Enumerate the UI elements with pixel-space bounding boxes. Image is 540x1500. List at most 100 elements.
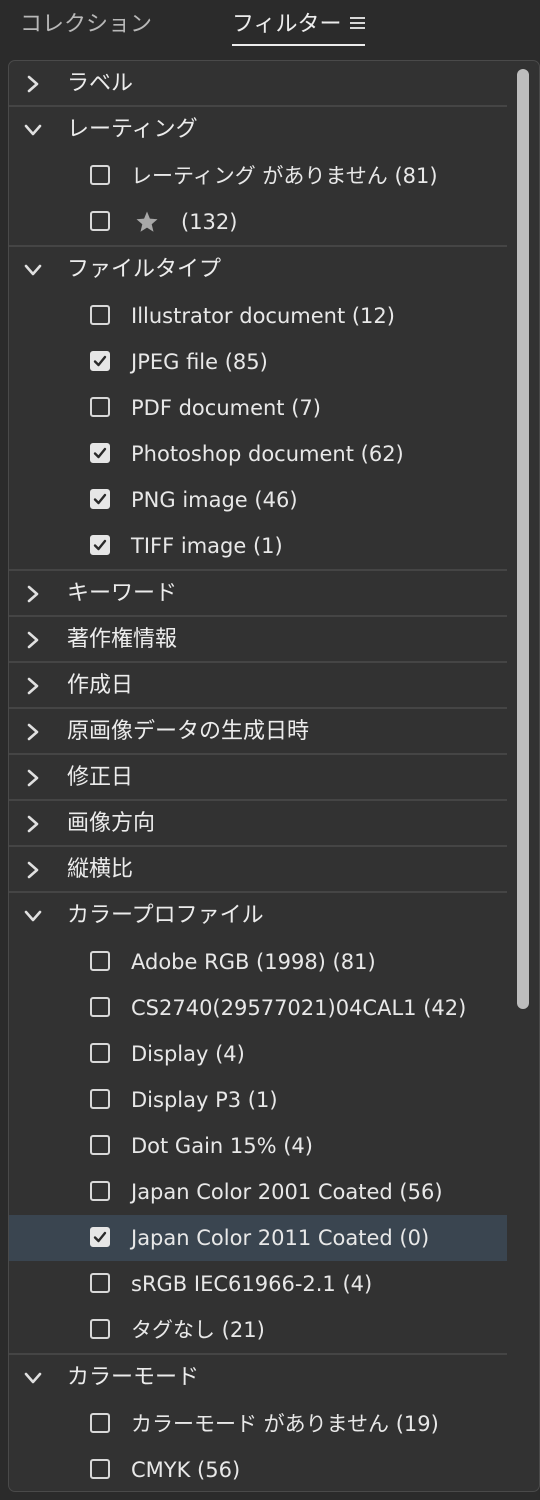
tab-collection[interactable]: コレクション xyxy=(20,10,152,40)
section-label: 原画像データの生成日時 xyxy=(67,719,310,744)
option-label: CS2740(29577021)04CAL1 (42) xyxy=(131,996,467,1020)
checkbox[interactable] xyxy=(90,165,110,185)
tab-filter[interactable]: フィルター xyxy=(232,10,365,46)
chevron-right-icon[interactable] xyxy=(23,768,43,788)
chevron-right-icon[interactable] xyxy=(23,676,43,696)
filter-option[interactable]: CS2740(29577021)04CAL1 (42) xyxy=(9,985,507,1031)
option-label: PNG image (46) xyxy=(131,488,298,512)
filter-section-9: 縦横比 xyxy=(9,847,507,893)
checkbox-checked[interactable] xyxy=(90,351,110,371)
filter-option[interactable]: TIFF image (1) xyxy=(9,523,507,569)
section-header[interactable]: 縦横比 xyxy=(9,847,507,893)
scrollbar-thumb[interactable] xyxy=(517,69,529,1009)
filter-option[interactable]: Japan Color 2001 Coated (56) xyxy=(9,1169,507,1215)
chevron-down-icon[interactable] xyxy=(23,260,43,280)
section-label: 修正日 xyxy=(67,765,134,790)
option-label: Display P3 (1) xyxy=(131,1088,278,1112)
section-header[interactable]: カラープロファイル xyxy=(9,893,507,939)
checkbox[interactable] xyxy=(90,1135,110,1155)
checkbox[interactable] xyxy=(90,997,110,1017)
checkbox[interactable] xyxy=(90,211,110,231)
filter-option[interactable]: (132) xyxy=(9,199,507,245)
filter-section-3: キーワード xyxy=(9,571,507,617)
section-header[interactable]: 画像方向 xyxy=(9,801,507,847)
section-label: 著作権情報 xyxy=(67,627,178,652)
hamburger-menu-icon[interactable] xyxy=(349,17,365,29)
section-label: 縦横比 xyxy=(67,857,134,882)
section-label: レーティング xyxy=(67,117,198,142)
filter-option[interactable]: カラーモード がありません (19) xyxy=(9,1401,507,1447)
filter-option[interactable]: Japan Color 2011 Coated (0) xyxy=(9,1215,507,1261)
option-label: Japan Color 2011 Coated (0) xyxy=(131,1226,430,1250)
star-icon xyxy=(135,210,159,234)
option-label: Photoshop document (62) xyxy=(131,442,404,466)
option-label: Display (4) xyxy=(131,1042,245,1066)
section-header[interactable]: ファイルタイプ xyxy=(9,247,507,293)
checkbox[interactable] xyxy=(90,1413,110,1433)
filter-section-10: カラープロファイル Adobe RGB (1998) (81) CS2740(295… xyxy=(9,893,507,1355)
filter-option[interactable]: Display P3 (1) xyxy=(9,1077,507,1123)
section-label: キーワード xyxy=(67,581,178,606)
filter-option[interactable]: PNG image (46) xyxy=(9,477,507,523)
section-label: ファイルタイプ xyxy=(67,257,222,282)
section-header[interactable]: カラーモード xyxy=(9,1355,507,1401)
section-header[interactable]: 原画像データの生成日時 xyxy=(9,709,507,755)
section-header[interactable]: 作成日 xyxy=(9,663,507,709)
section-header[interactable]: レーティング xyxy=(9,107,507,153)
option-label: sRGB IEC61966-2.1 (4) xyxy=(131,1272,373,1296)
checkbox[interactable] xyxy=(90,1089,110,1109)
checkbox-checked[interactable] xyxy=(90,443,110,463)
filter-section-4: 著作権情報 xyxy=(9,617,507,663)
filter-option[interactable]: Photoshop document (62) xyxy=(9,431,507,477)
filter-panel: ラベルレーティングレーティング がありません (81) (132) ファイルタイプ I… xyxy=(8,60,540,1492)
filter-option[interactable]: JPEG file (85) xyxy=(9,339,507,385)
filter-section-1: レーティングレーティング がありません (81) (132) xyxy=(9,107,507,247)
filter-option[interactable]: Illustrator document (12) xyxy=(9,293,507,339)
filter-option[interactable]: CMYK (56) xyxy=(9,1447,507,1491)
checkbox-checked[interactable] xyxy=(90,535,110,555)
option-label: PDF document (7) xyxy=(131,396,321,420)
section-header[interactable]: ラベル xyxy=(9,61,507,107)
filter-option[interactable]: Dot Gain 15% (4) xyxy=(9,1123,507,1169)
filter-option[interactable]: タグなし (21) xyxy=(9,1307,507,1353)
checkbox-checked[interactable] xyxy=(90,489,110,509)
checkbox[interactable] xyxy=(90,1181,110,1201)
checkbox[interactable] xyxy=(90,1459,110,1479)
section-header[interactable]: 修正日 xyxy=(9,755,507,801)
option-label: JPEG file (85) xyxy=(131,350,268,374)
chevron-right-icon[interactable] xyxy=(23,74,43,94)
option-label: Dot Gain 15% (4) xyxy=(131,1134,313,1158)
checkbox[interactable] xyxy=(90,1319,110,1339)
chevron-down-icon[interactable] xyxy=(23,120,43,140)
chevron-right-icon[interactable] xyxy=(23,584,43,604)
checkbox[interactable] xyxy=(90,1043,110,1063)
filter-option[interactable]: PDF document (7) xyxy=(9,385,507,431)
filter-section-8: 画像方向 xyxy=(9,801,507,847)
section-header[interactable]: キーワード xyxy=(9,571,507,617)
checkbox[interactable] xyxy=(90,951,110,971)
chevron-right-icon[interactable] xyxy=(23,860,43,880)
chevron-right-icon[interactable] xyxy=(23,722,43,742)
option-label: レーティング がありません (81) xyxy=(131,164,438,188)
checkbox[interactable] xyxy=(90,397,110,417)
checkbox[interactable] xyxy=(90,305,110,325)
filter-option[interactable]: sRGB IEC61966-2.1 (4) xyxy=(9,1261,507,1307)
filter-option[interactable]: Adobe RGB (1998) (81) xyxy=(9,939,507,985)
filter-section-0: ラベル xyxy=(9,61,507,107)
scrollbar[interactable] xyxy=(515,69,531,1479)
section-header[interactable]: 著作権情報 xyxy=(9,617,507,663)
chevron-right-icon[interactable] xyxy=(23,630,43,650)
option-label: Adobe RGB (1998) (81) xyxy=(131,950,376,974)
filter-list: ラベルレーティングレーティング がありません (81) (132) ファイルタイプ I… xyxy=(9,61,507,1491)
tab-filter-label: フィルター xyxy=(232,12,342,37)
filter-option[interactable]: レーティング がありません (81) xyxy=(9,153,507,199)
filter-section-2: ファイルタイプ Illustrator document (12) JPEG fil… xyxy=(9,247,507,571)
option-label: TIFF image (1) xyxy=(131,534,283,558)
checkbox[interactable] xyxy=(90,1273,110,1293)
chevron-down-icon[interactable] xyxy=(23,906,43,926)
checkbox-checked[interactable] xyxy=(90,1227,110,1247)
chevron-right-icon[interactable] xyxy=(23,814,43,834)
option-count: (132) xyxy=(181,210,238,234)
chevron-down-icon[interactable] xyxy=(23,1368,43,1388)
filter-option[interactable]: Display (4) xyxy=(9,1031,507,1077)
